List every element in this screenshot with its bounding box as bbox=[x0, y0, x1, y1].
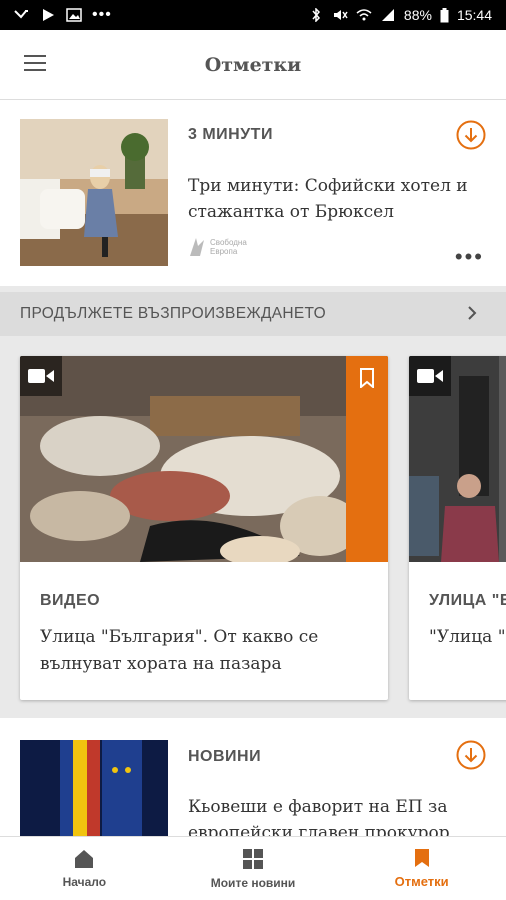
video-title[interactable]: Улица "България". От какво се вълнуват х… bbox=[40, 624, 360, 678]
story-title[interactable]: Три минути: Софийски хотел и стажантка о… bbox=[188, 173, 488, 225]
story-card[interactable]: 3 МИНУТИ Три минути: Софийски хотел и ст… bbox=[0, 100, 506, 286]
chevron-right-icon bbox=[468, 306, 477, 320]
rfe-logo-icon bbox=[190, 238, 204, 256]
home-icon bbox=[75, 849, 94, 868]
more-options-icon[interactable]: ••• bbox=[455, 246, 484, 268]
clock: 15:44 bbox=[456, 7, 492, 23]
nav-home[interactable]: Начало bbox=[0, 837, 169, 900]
download-icon[interactable] bbox=[456, 740, 486, 770]
bookmark-icon bbox=[414, 849, 429, 867]
battery-icon bbox=[440, 7, 449, 22]
video-card[interactable]: ВИДЕО Улица "България". От какво се вълн… bbox=[20, 356, 388, 700]
continue-playback-label: ПРОДЪЛЖЕТЕ ВЪЗПРОИЗВЕЖДАНЕТО bbox=[20, 305, 326, 322]
video-category: ВИДЕО bbox=[40, 592, 101, 609]
grid-icon bbox=[243, 848, 263, 869]
page-title: Отметки bbox=[204, 53, 302, 76]
source-name-line1: Свободна bbox=[210, 238, 247, 247]
missed-call-icon bbox=[14, 10, 28, 19]
video-category: УЛИЦА "Б bbox=[429, 592, 506, 609]
nav-my-news[interactable]: Моите новини bbox=[169, 837, 338, 900]
more-notifications-icon: ••• bbox=[92, 6, 112, 23]
battery-percent: 88% bbox=[403, 7, 432, 23]
video-card[interactable]: УЛИЦА "Б "Улица "Б книжари bbox=[409, 356, 506, 700]
nav-home-label: Начало bbox=[62, 874, 107, 889]
video-carousel[interactable]: ВИДЕО Улица "България". От какво се вълн… bbox=[0, 336, 506, 718]
nav-bookmarks-label: Отметки bbox=[394, 874, 449, 889]
video-thumbnail[interactable] bbox=[409, 356, 506, 562]
status-bar: ••• 88% 15:44 bbox=[0, 0, 506, 30]
bookmark-icon[interactable] bbox=[346, 356, 388, 562]
video-thumbnail[interactable] bbox=[20, 356, 388, 562]
video-camera-icon bbox=[20, 356, 62, 396]
continue-playback-bar[interactable]: ПРОДЪЛЖЕТЕ ВЪЗПРОИЗВЕЖДАНЕТО bbox=[0, 292, 506, 336]
wifi-icon bbox=[356, 9, 372, 21]
download-icon[interactable] bbox=[456, 120, 486, 150]
signal-icon bbox=[381, 9, 394, 21]
nav-my-news-label: Моите новини bbox=[210, 875, 296, 890]
play-store-icon bbox=[43, 9, 54, 21]
source-name-line2: Европа bbox=[210, 247, 238, 256]
story-category: НОВИНИ bbox=[188, 748, 262, 765]
bluetooth-icon bbox=[312, 8, 320, 22]
story-thumbnail[interactable] bbox=[20, 119, 168, 266]
menu-icon[interactable] bbox=[24, 55, 46, 73]
video-title[interactable]: "Улица "Б книжари bbox=[429, 624, 506, 651]
source-logo: Свободна Европа bbox=[188, 236, 247, 258]
video-camera-icon bbox=[409, 356, 451, 396]
image-icon bbox=[66, 8, 82, 22]
mute-icon bbox=[333, 10, 348, 20]
nav-bookmarks[interactable]: Отметки bbox=[337, 837, 506, 900]
app-bar: Отметки bbox=[0, 30, 506, 100]
story-category: 3 МИНУТИ bbox=[188, 126, 273, 143]
bottom-navigation: Начало Моите новини Отметки bbox=[0, 836, 506, 900]
